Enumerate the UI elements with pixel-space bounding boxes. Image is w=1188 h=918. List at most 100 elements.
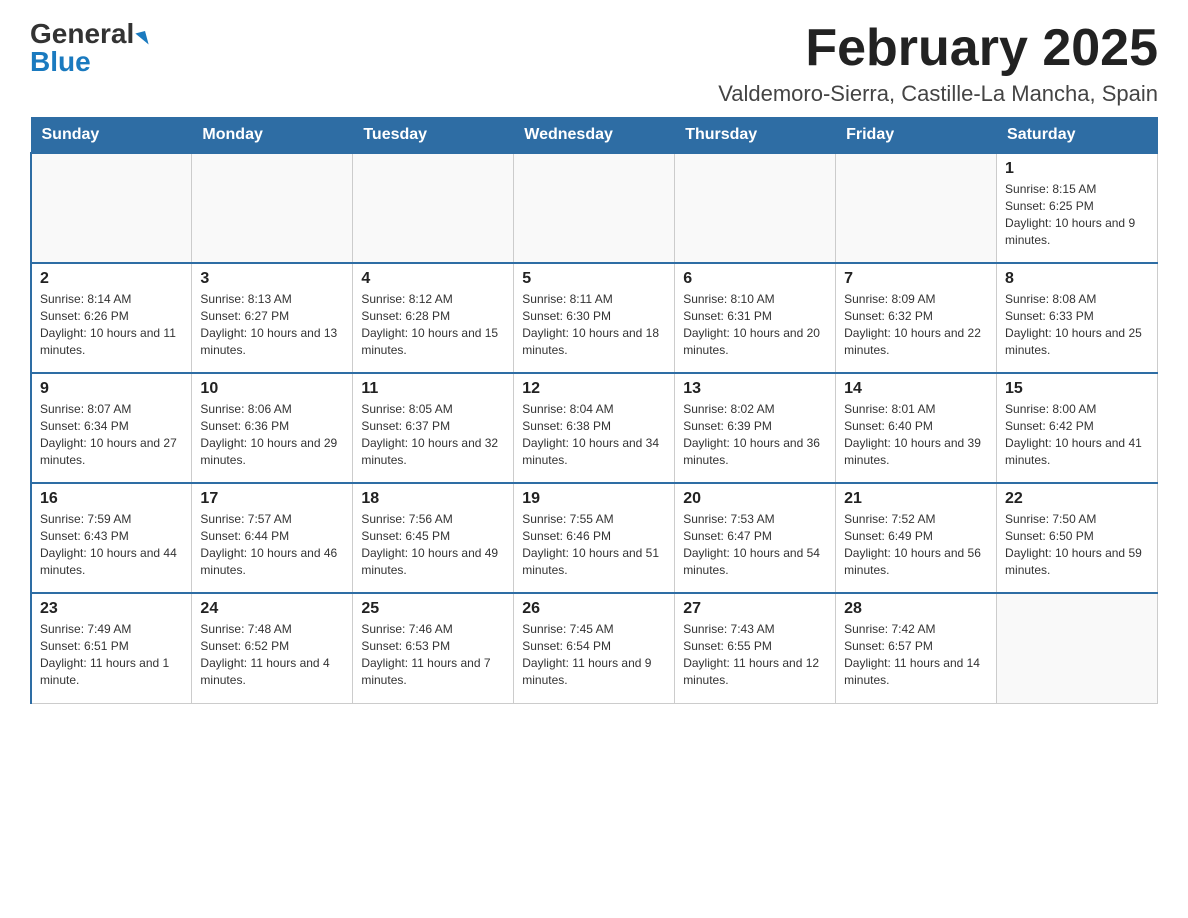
calendar-cell: 2Sunrise: 8:14 AM Sunset: 6:26 PM Daylig… — [31, 263, 192, 373]
calendar-cell: 5 Sunrise: 8:11 AM Sunset: 6:30 PM Daylig… — [514, 263, 675, 373]
title-area: February 2025 Valdemoro-Sierra, Castille… — [718, 20, 1158, 107]
day-info: Sunrise: 8:00 AM Sunset: 6:42 PM Dayligh… — [1005, 401, 1149, 468]
day-number: 14 — [844, 380, 988, 398]
day-number: 7 — [844, 270, 988, 288]
day-info: Sunrise: 7:48 AM Sunset: 6:52 PM Dayligh… — [200, 621, 344, 688]
calendar-cell: 24 Sunrise: 7:48 AM Sunset: 6:52 PM Dayli… — [192, 593, 353, 703]
calendar-cell: 3Sunrise: 8:13 AM Sunset: 6:27 PM Daylig… — [192, 263, 353, 373]
calendar-cell: 26Sunrise: 7:45 AM Sunset: 6:54 PM Dayli… — [514, 593, 675, 703]
day-number: 20 — [683, 490, 827, 508]
day-info: Sunrise: 7:52 AM Sunset: 6:49 PM Dayligh… — [844, 511, 988, 578]
logo-text: General — [30, 20, 147, 48]
header-wednesday: Wednesday — [514, 118, 675, 154]
calendar-cell: 15 Sunrise: 8:00 AM Sunset: 6:42 PM Dayli… — [997, 373, 1158, 483]
calendar-cell: 13 Sunrise: 8:02 AM Sunset: 6:39 PM Dayli… — [675, 373, 836, 483]
day-info: Sunrise: 8:09 AM Sunset: 6:32 PM Dayligh… — [844, 291, 988, 358]
day-info: Sunrise: 8:01 AM Sunset: 6:40 PM Dayligh… — [844, 401, 988, 468]
day-info: Sunrise: 8:13 AM Sunset: 6:27 PM Dayligh… — [200, 291, 344, 358]
calendar-cell: 20 Sunrise: 7:53 AM Sunset: 6:47 PM Dayli… — [675, 483, 836, 593]
header-row: SundayMondayTuesdayWednesdayThursdayFrid… — [31, 118, 1158, 154]
week-row-2: 2Sunrise: 8:14 AM Sunset: 6:26 PM Daylig… — [31, 263, 1158, 373]
calendar-cell — [31, 153, 192, 263]
day-info: Sunrise: 7:49 AM Sunset: 6:51 PM Dayligh… — [40, 621, 183, 688]
header-monday: Monday — [192, 118, 353, 154]
week-row-5: 23Sunrise: 7:49 AM Sunset: 6:51 PM Dayli… — [31, 593, 1158, 703]
calendar-table: SundayMondayTuesdayWednesdayThursdayFrid… — [30, 117, 1158, 704]
day-info: Sunrise: 8:06 AM Sunset: 6:36 PM Dayligh… — [200, 401, 344, 468]
day-number: 15 — [1005, 380, 1149, 398]
day-info: Sunrise: 8:08 AM Sunset: 6:33 PM Dayligh… — [1005, 291, 1149, 358]
day-info: Sunrise: 7:55 AM Sunset: 6:46 PM Dayligh… — [522, 511, 666, 578]
day-number: 16 — [40, 490, 183, 508]
day-info: Sunrise: 7:46 AM Sunset: 6:53 PM Dayligh… — [361, 621, 505, 688]
day-info: Sunrise: 7:59 AM Sunset: 6:43 PM Dayligh… — [40, 511, 183, 578]
header-friday: Friday — [836, 118, 997, 154]
header-thursday: Thursday — [675, 118, 836, 154]
week-row-4: 16 Sunrise: 7:59 AM Sunset: 6:43 PM Dayli… — [31, 483, 1158, 593]
page-header: General Blue February 2025 Valdemoro-Sie… — [30, 20, 1158, 107]
week-row-3: 9 Sunrise: 8:07 AM Sunset: 6:34 PM Daylig… — [31, 373, 1158, 483]
day-info: Sunrise: 8:14 AM Sunset: 6:26 PM Dayligh… — [40, 291, 183, 358]
day-info: Sunrise: 8:02 AM Sunset: 6:39 PM Dayligh… — [683, 401, 827, 468]
week-row-1: 1 Sunrise: 8:15 AM Sunset: 6:25 PM Daylig… — [31, 153, 1158, 263]
calendar-cell: 25 Sunrise: 7:46 AM Sunset: 6:53 PM Dayli… — [353, 593, 514, 703]
logo-blue: Blue — [30, 46, 91, 77]
day-info: Sunrise: 8:04 AM Sunset: 6:38 PM Dayligh… — [522, 401, 666, 468]
calendar-cell: 6Sunrise: 8:10 AM Sunset: 6:31 PM Daylig… — [675, 263, 836, 373]
day-info: Sunrise: 7:56 AM Sunset: 6:45 PM Dayligh… — [361, 511, 505, 578]
header-saturday: Saturday — [997, 118, 1158, 154]
calendar-cell: 9 Sunrise: 8:07 AM Sunset: 6:34 PM Daylig… — [31, 373, 192, 483]
calendar-cell: 27Sunrise: 7:43 AM Sunset: 6:55 PM Dayli… — [675, 593, 836, 703]
day-number: 19 — [522, 490, 666, 508]
day-number: 13 — [683, 380, 827, 398]
logo-general: General — [30, 18, 134, 49]
day-info: Sunrise: 7:43 AM Sunset: 6:55 PM Dayligh… — [683, 621, 827, 688]
calendar-cell: 1 Sunrise: 8:15 AM Sunset: 6:25 PM Daylig… — [997, 153, 1158, 263]
calendar-cell: 14 Sunrise: 8:01 AM Sunset: 6:40 PM Dayli… — [836, 373, 997, 483]
calendar-title: February 2025 — [718, 20, 1158, 77]
calendar-cell — [353, 153, 514, 263]
calendar-cell: 23Sunrise: 7:49 AM Sunset: 6:51 PM Dayli… — [31, 593, 192, 703]
day-number: 21 — [844, 490, 988, 508]
day-number: 11 — [361, 380, 505, 398]
calendar-cell: 7 Sunrise: 8:09 AM Sunset: 6:32 PM Daylig… — [836, 263, 997, 373]
day-info: Sunrise: 8:15 AM Sunset: 6:25 PM Dayligh… — [1005, 181, 1149, 248]
day-number: 9 — [40, 380, 183, 398]
day-number: 17 — [200, 490, 344, 508]
calendar-cell — [675, 153, 836, 263]
calendar-cell: 22Sunrise: 7:50 AM Sunset: 6:50 PM Dayli… — [997, 483, 1158, 593]
day-info: Sunrise: 8:11 AM Sunset: 6:30 PM Dayligh… — [522, 291, 666, 358]
day-info: Sunrise: 7:57 AM Sunset: 6:44 PM Dayligh… — [200, 511, 344, 578]
calendar-cell — [514, 153, 675, 263]
day-info: Sunrise: 8:05 AM Sunset: 6:37 PM Dayligh… — [361, 401, 505, 468]
calendar-cell: 8 Sunrise: 8:08 AM Sunset: 6:33 PM Daylig… — [997, 263, 1158, 373]
calendar-subtitle: Valdemoro-Sierra, Castille-La Mancha, Sp… — [718, 81, 1158, 107]
calendar-cell: 11 Sunrise: 8:05 AM Sunset: 6:37 PM Dayli… — [353, 373, 514, 483]
day-number: 18 — [361, 490, 505, 508]
day-number: 10 — [200, 380, 344, 398]
calendar-cell — [997, 593, 1158, 703]
calendar-cell — [192, 153, 353, 263]
day-info: Sunrise: 7:42 AM Sunset: 6:57 PM Dayligh… — [844, 621, 988, 688]
day-number: 24 — [200, 600, 344, 618]
calendar-header: SundayMondayTuesdayWednesdayThursdayFrid… — [31, 118, 1158, 154]
day-number: 1 — [1005, 160, 1149, 178]
logo-triangle-icon — [136, 31, 149, 47]
logo: General Blue — [30, 20, 147, 76]
calendar-cell: 16 Sunrise: 7:59 AM Sunset: 6:43 PM Dayli… — [31, 483, 192, 593]
calendar-cell: 19 Sunrise: 7:55 AM Sunset: 6:46 PM Dayli… — [514, 483, 675, 593]
calendar-cell: 21 Sunrise: 7:52 AM Sunset: 6:49 PM Dayli… — [836, 483, 997, 593]
day-number: 25 — [361, 600, 505, 618]
day-number: 28 — [844, 600, 988, 618]
day-number: 5 — [522, 270, 666, 288]
day-info: Sunrise: 7:53 AM Sunset: 6:47 PM Dayligh… — [683, 511, 827, 578]
calendar-cell: 18 Sunrise: 7:56 AM Sunset: 6:45 PM Dayli… — [353, 483, 514, 593]
day-number: 8 — [1005, 270, 1149, 288]
calendar-cell: 17 Sunrise: 7:57 AM Sunset: 6:44 PM Dayli… — [192, 483, 353, 593]
day-info: Sunrise: 8:07 AM Sunset: 6:34 PM Dayligh… — [40, 401, 183, 468]
day-info: Sunrise: 7:45 AM Sunset: 6:54 PM Dayligh… — [522, 621, 666, 688]
day-number: 4 — [361, 270, 505, 288]
calendar-cell: 28 Sunrise: 7:42 AM Sunset: 6:57 PM Dayli… — [836, 593, 997, 703]
day-number: 12 — [522, 380, 666, 398]
header-sunday: Sunday — [31, 118, 192, 154]
